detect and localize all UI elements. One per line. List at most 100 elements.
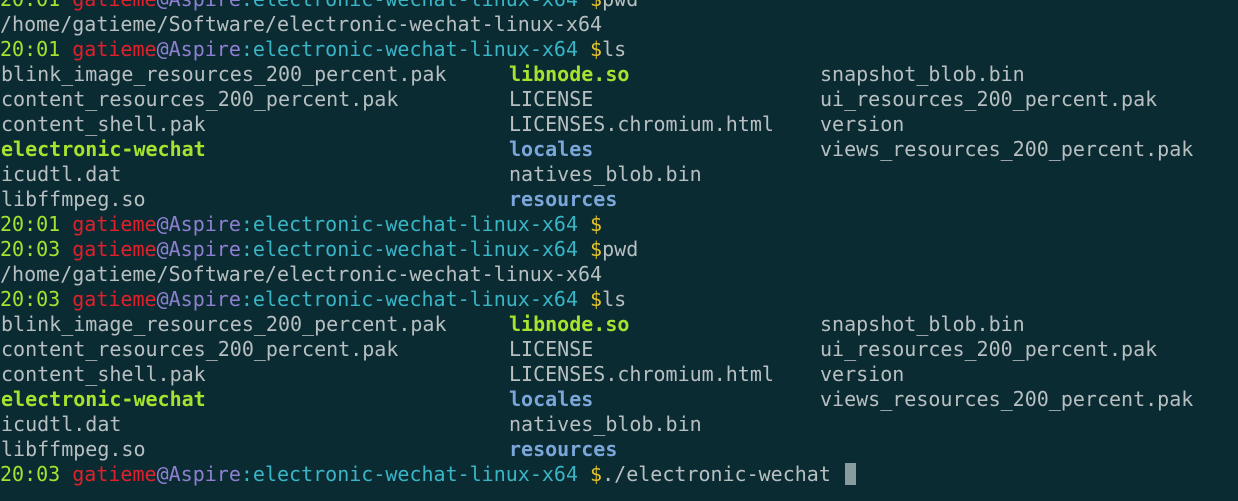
- file-entry: icudtl.dat: [1, 162, 122, 186]
- ls-output-row: icudtl.dat natives_blob.bin: [0, 412, 1238, 437]
- file-entry: content_shell.pak: [1, 362, 206, 386]
- prompt-path: electronic-wechat-linux-x64: [252, 287, 579, 311]
- prompt-user: gatieme: [72, 212, 157, 236]
- prompt-line: 20:01 gatieme@Aspire:electronic-wechat-l…: [0, 37, 1238, 62]
- ls-output-row: electronic-wechat locales views_resources_…: [0, 387, 1238, 412]
- ls-output-row: content_resources_200_percent.pak LICENSE…: [0, 87, 1238, 112]
- file-entry: content_shell.pak: [1, 112, 206, 136]
- prompt-host: Aspire: [168, 237, 241, 261]
- prompt-path: electronic-wechat-linux-x64: [252, 237, 579, 261]
- prompt-colon: :: [241, 0, 253, 11]
- file-entry: ui_resources_200_percent.pak: [820, 87, 1158, 111]
- prompt-path: electronic-wechat-linux-x64: [252, 37, 579, 61]
- file-entry: libffmpeg.so: [1, 187, 146, 211]
- prompt-host: Aspire: [168, 462, 241, 486]
- command-output: /home/gatieme/Software/electronic-wechat…: [0, 262, 603, 286]
- prompt-time: 20:01: [0, 0, 60, 11]
- command-output: /home/gatieme/Software/electronic-wechat…: [0, 12, 603, 36]
- prompt-host: Aspire: [168, 37, 241, 61]
- prompt-dollar: $: [578, 237, 603, 261]
- terminal-cursor[interactable]: [844, 463, 856, 485]
- prompt-path: electronic-wechat-linux-x64: [252, 212, 579, 236]
- prompt-time: 20:01: [0, 37, 61, 61]
- prompt-user: gatieme: [72, 0, 156, 11]
- prompt-dollar: $: [578, 462, 603, 486]
- prompt-host: Aspire: [168, 287, 241, 311]
- prompt-user: gatieme: [72, 287, 157, 311]
- ls-output-row: electronic-wechat locales views_resources_…: [0, 137, 1238, 162]
- ls-output-row: content_shell.pak LICENSES.chromium.html v…: [0, 362, 1238, 387]
- ls-output-row: libffmpeg.so resources: [0, 187, 1238, 212]
- terminal-output: 20:01 gatieme@Aspire:electronic-wechat-l…: [0, 0, 1238, 487]
- prompt-user: gatieme: [72, 237, 157, 261]
- file-entry: snapshot_blob.bin: [820, 62, 1025, 86]
- prompt-user: gatieme: [72, 37, 157, 61]
- file-entry: LICENSE: [509, 337, 594, 361]
- prompt-path: electronic-wechat-linux-x64: [253, 0, 578, 11]
- ls-output-row: icudtl.dat natives_blob.bin: [0, 162, 1238, 187]
- file-entry: LICENSES.chromium.html: [509, 362, 774, 386]
- terminal-window[interactable]: 20:01 gatieme@Aspire:electronic-wechat-l…: [0, 0, 1238, 488]
- file-entry: natives_blob.bin: [509, 412, 702, 436]
- prompt-at-sign: @: [156, 462, 169, 486]
- directory-entry: resources: [509, 437, 618, 461]
- prompt-line: 20:01 gatieme@Aspire:electronic-wechat-l…: [0, 212, 1238, 237]
- file-entry: blink_image_resources_200_percent.pak: [1, 62, 447, 86]
- prompt-colon: :: [240, 287, 253, 311]
- prompt-at-sign: @: [156, 237, 169, 261]
- directory-entry: locales: [509, 137, 594, 161]
- prompt-path: electronic-wechat-linux-x64: [252, 462, 579, 486]
- command-text: ls: [602, 287, 627, 311]
- prompt-at-sign: @: [156, 287, 169, 311]
- prompt-at-sign: @: [156, 37, 169, 61]
- ls-output-row: content_shell.pak LICENSES.chromium.html v…: [0, 112, 1238, 137]
- prompt-dollar: $: [578, 212, 603, 236]
- directory-entry: locales: [509, 387, 594, 411]
- ls-output-row: libffmpeg.so resources: [0, 437, 1238, 462]
- file-entry: natives_blob.bin: [509, 162, 702, 186]
- prompt-user: gatieme: [72, 462, 157, 486]
- prompt-line: 20:03 gatieme@Aspire:electronic-wechat-l…: [0, 287, 1238, 312]
- directory-entry: resources: [509, 187, 618, 211]
- prompt-colon: :: [240, 212, 253, 236]
- command-text: pwd: [602, 0, 638, 11]
- prompt-time: 20:03: [0, 462, 61, 486]
- file-entry: content_resources_200_percent.pak: [1, 337, 399, 361]
- prompt-time: 20:01: [0, 212, 61, 236]
- file-entry: views_resources_200_percent.pak: [820, 137, 1194, 161]
- file-entry: snapshot_blob.bin: [820, 312, 1025, 336]
- ls-output-row: blink_image_resources_200_percent.pak lib…: [0, 62, 1238, 87]
- prompt-colon: :: [240, 37, 253, 61]
- command-text: ls: [602, 37, 627, 61]
- prompt-colon: :: [240, 237, 253, 261]
- prompt-line: 20:03 gatieme@Aspire:electronic-wechat-l…: [0, 462, 1238, 487]
- prompt-dollar: $: [578, 287, 603, 311]
- ls-output-row: content_resources_200_percent.pak LICENSE…: [0, 337, 1238, 362]
- prompt-line: 20:03 gatieme@Aspire:electronic-wechat-l…: [0, 237, 1238, 262]
- ls-output-row: blink_image_resources_200_percent.pak lib…: [0, 312, 1238, 337]
- prompt-colon: :: [240, 462, 253, 486]
- file-entry: views_resources_200_percent.pak: [820, 387, 1194, 411]
- file-entry: LICENSE: [509, 87, 594, 111]
- file-entry: content_resources_200_percent.pak: [1, 87, 399, 111]
- file-entry: LICENSES.chromium.html: [509, 112, 774, 136]
- command-text: ./electronic-wechat: [602, 462, 843, 486]
- prompt-dollar: $: [578, 37, 603, 61]
- executable-entry: libnode.so: [509, 312, 630, 336]
- file-entry: blink_image_resources_200_percent.pak: [1, 312, 447, 336]
- executable-entry: libnode.so: [509, 62, 630, 86]
- prompt-at-sign: @: [156, 212, 169, 236]
- file-entry: libffmpeg.so: [1, 437, 146, 461]
- prompt-host: Aspire: [168, 212, 241, 236]
- prompt-dollar: $: [578, 0, 602, 11]
- file-entry: ui_resources_200_percent.pak: [820, 337, 1158, 361]
- prompt-at-sign: @: [157, 0, 169, 11]
- prompt-time: 20:03: [0, 237, 61, 261]
- prompt-line: 20:01 gatieme@Aspire:electronic-wechat-l…: [0, 0, 1238, 12]
- executable-entry: electronic-wechat: [1, 387, 206, 411]
- executable-entry: electronic-wechat: [1, 137, 206, 161]
- prompt-host: Aspire: [169, 0, 241, 11]
- prompt-time: 20:03: [0, 287, 61, 311]
- file-entry: version: [820, 112, 905, 136]
- file-entry: icudtl.dat: [1, 412, 122, 436]
